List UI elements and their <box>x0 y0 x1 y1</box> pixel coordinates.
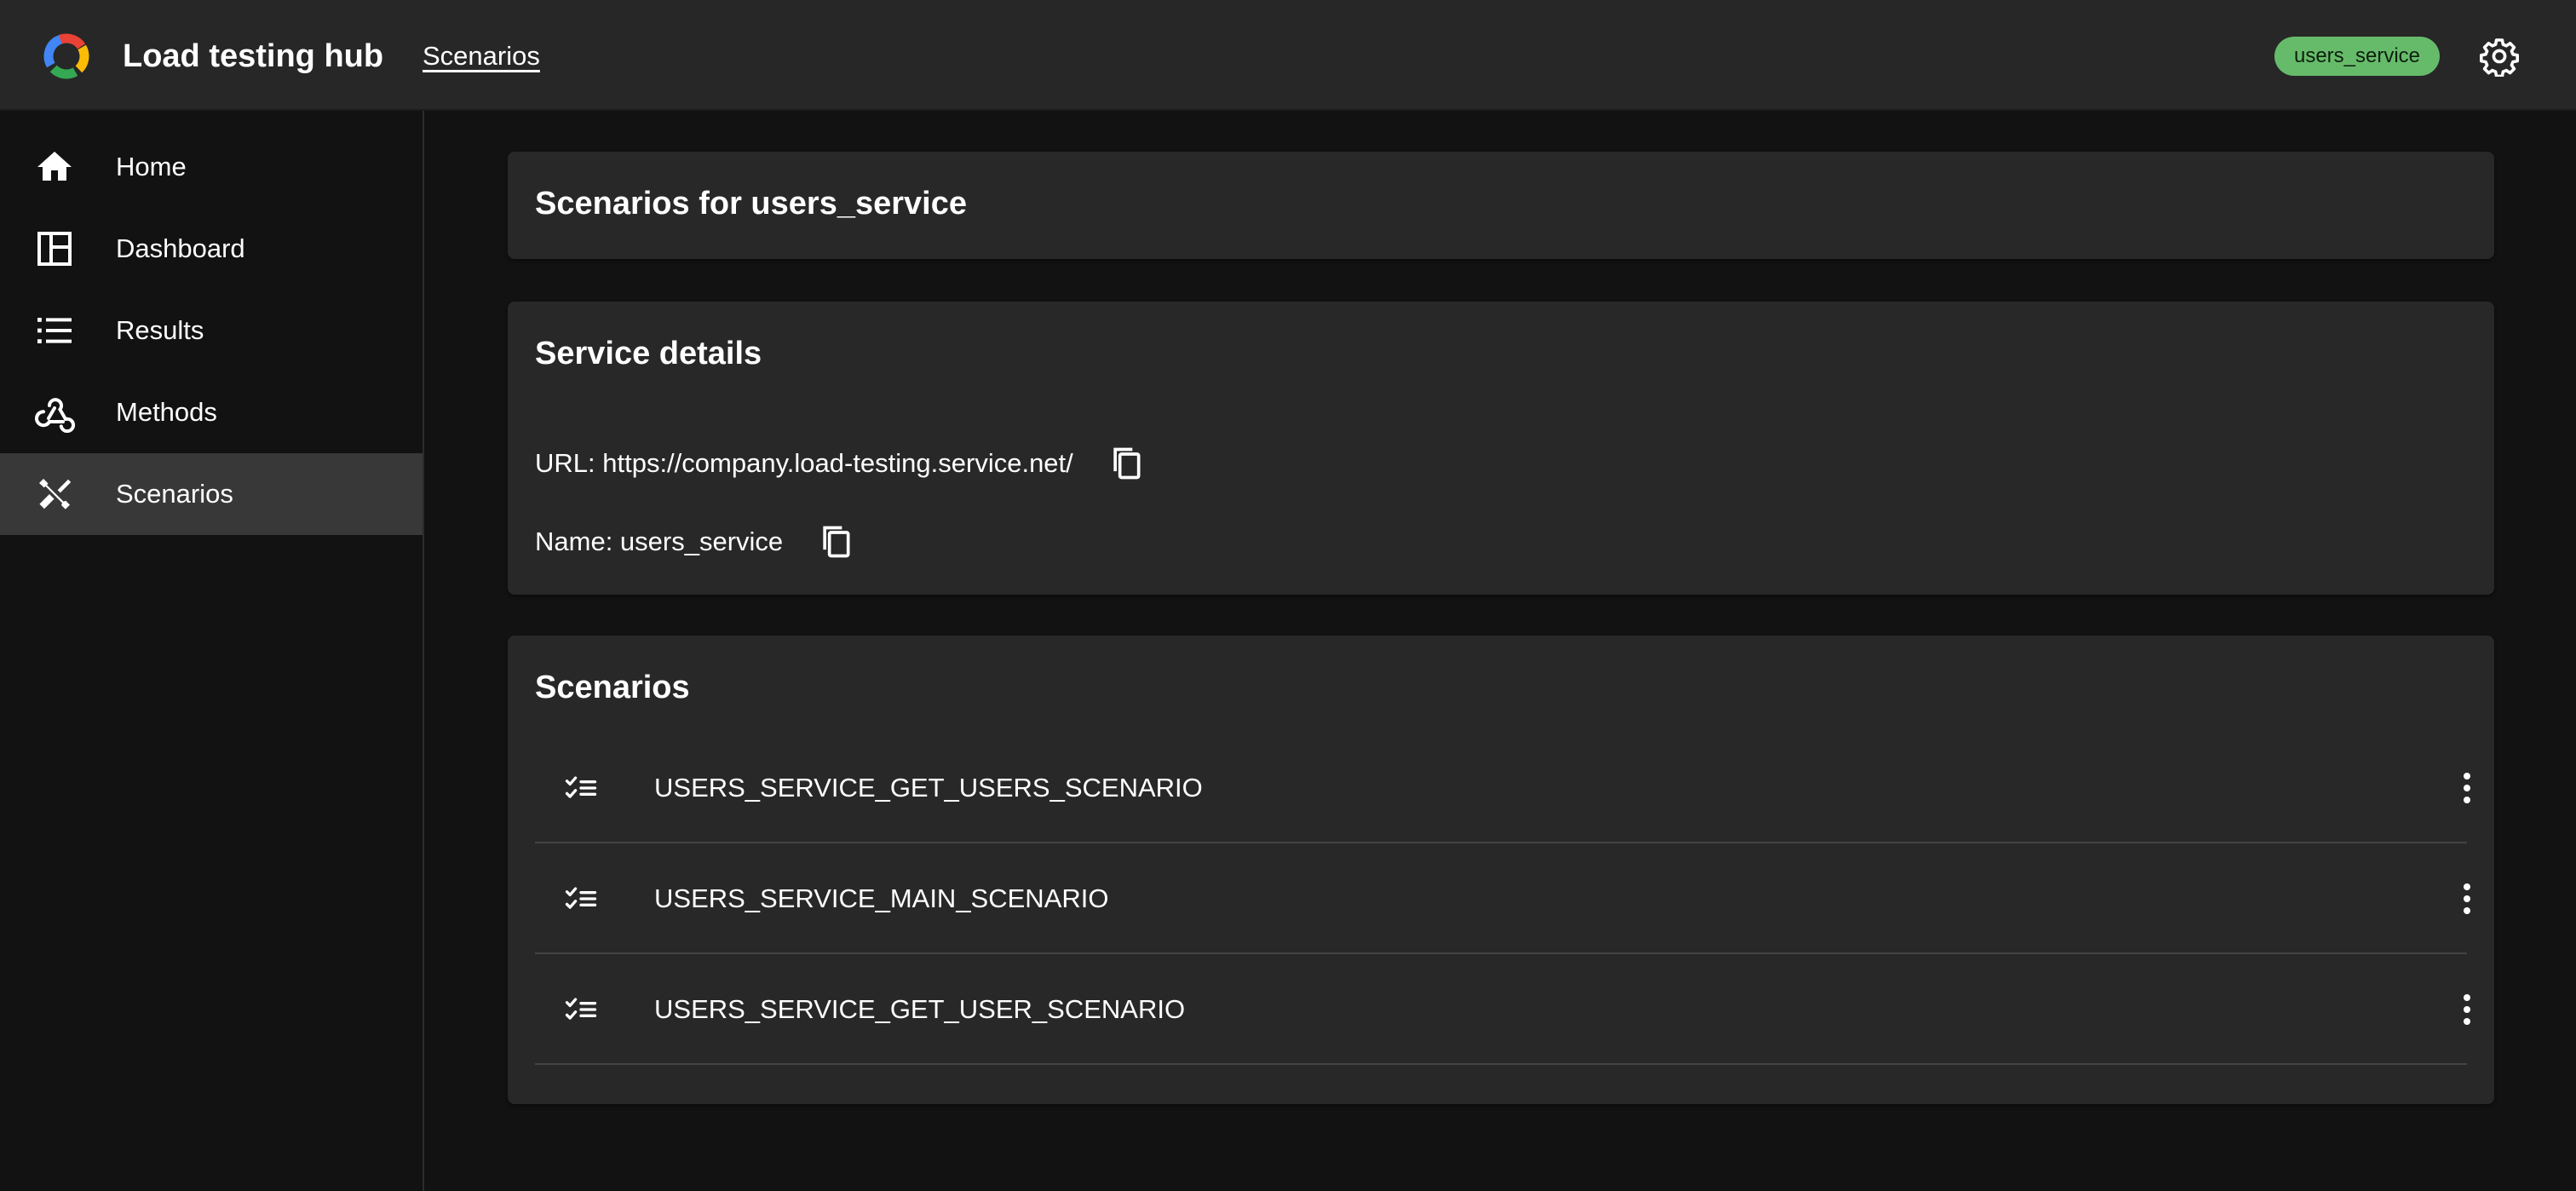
service-details-card: Service details URL: https://company.loa… <box>508 302 2494 595</box>
copy-icon[interactable] <box>817 523 854 561</box>
sidebar-item-scenarios[interactable]: Scenarios <box>0 453 423 535</box>
sidebar-item-results[interactable]: Results <box>0 290 423 371</box>
more-vert-icon[interactable] <box>2447 989 2487 1030</box>
sidebar-item-label: Dashboard <box>116 233 245 263</box>
scenarios-title: Scenarios <box>535 670 690 705</box>
gauge-logo-icon[interactable] <box>43 32 90 80</box>
checklist-icon <box>565 998 597 1020</box>
sidebar-item-home[interactable]: Home <box>0 126 423 208</box>
sidebar-item-methods[interactable]: Methods <box>0 371 423 453</box>
breadcrumb-scenarios[interactable]: Scenarios <box>423 37 540 75</box>
list-item[interactable]: USERS_SERVICE_GET_USERS_SCENARIO <box>535 733 2470 843</box>
sidebar: Home Dashboard Results Methods Scenarios <box>0 111 424 1191</box>
home-icon <box>37 152 72 181</box>
gear-icon[interactable] <box>2479 36 2520 77</box>
page-title-card: Scenarios for users_service <box>508 152 2494 259</box>
service-name: Name: users_service <box>535 526 784 556</box>
app-title: Load testing hub <box>123 38 384 74</box>
list-item[interactable]: USERS_SERVICE_MAIN_SCENARIO <box>535 843 2470 954</box>
sidebar-item-label: Results <box>116 315 204 345</box>
checklist-icon <box>565 887 597 909</box>
more-vert-icon[interactable] <box>2447 768 2487 808</box>
scenario-name: USERS_SERVICE_GET_USERS_SCENARIO <box>654 773 1203 803</box>
service-details-title: Service details <box>535 336 762 371</box>
list-item[interactable]: USERS_SERVICE_GET_USER_SCENARIO <box>535 954 2470 1065</box>
webhook-icon <box>35 398 75 433</box>
sidebar-item-label: Scenarios <box>116 479 233 509</box>
scenario-name: USERS_SERVICE_GET_USER_SCENARIO <box>654 994 1186 1024</box>
page-title: Scenarios for users_service <box>535 186 967 222</box>
more-vert-icon[interactable] <box>2447 878 2487 919</box>
service-name-row: Name: users_service <box>535 516 854 567</box>
checklist-icon <box>565 776 597 798</box>
service-url-row: URL: https://company.load-testing.servic… <box>535 438 1145 489</box>
app-bar: Load testing hub Scenarios users_service <box>0 0 2576 111</box>
service-url: URL: https://company.load-testing.servic… <box>535 448 1073 478</box>
service-badge: users_service <box>2274 37 2440 76</box>
tools-icon <box>39 479 72 509</box>
copy-icon[interactable] <box>1107 445 1145 482</box>
dashboard-icon <box>37 232 72 266</box>
scenario-name: USERS_SERVICE_MAIN_SCENARIO <box>654 883 1109 913</box>
sidebar-item-label: Methods <box>116 397 217 427</box>
list-icon <box>37 318 72 343</box>
scenarios-card: Scenarios USERS_SERVICE_GET_USERS_SCENAR… <box>508 636 2494 1104</box>
sidebar-item-label: Home <box>116 152 187 181</box>
sidebar-item-dashboard[interactable]: Dashboard <box>0 208 423 290</box>
